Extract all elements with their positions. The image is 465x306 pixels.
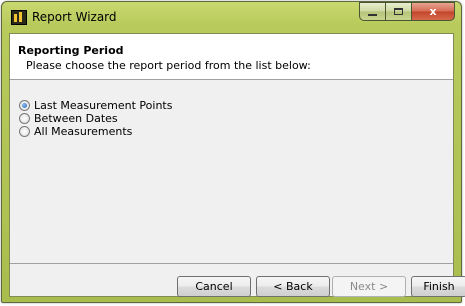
report-period-options: Last Measurement Points Between Dates Al…: [19, 99, 172, 138]
maximize-button[interactable]: [385, 2, 411, 21]
close-icon: x: [429, 5, 437, 18]
wizard-client-area: Reporting Period Please choose the repor…: [9, 33, 465, 297]
cancel-button[interactable]: Cancel: [177, 276, 251, 297]
back-button[interactable]: < Back: [256, 276, 330, 297]
maximize-icon: [394, 8, 403, 15]
window-title: Report Wizard: [32, 10, 117, 24]
option-between-dates[interactable]: Between Dates: [19, 112, 172, 125]
radio-button-selected[interactable]: [19, 100, 30, 111]
report-wizard-window: Report Wizard x Reporting Period Please …: [1, 1, 465, 303]
option-last-measurement-points[interactable]: Last Measurement Points: [19, 99, 172, 112]
footer-divider: [10, 263, 453, 264]
page-title: Reporting Period: [18, 44, 124, 57]
app-icon[interactable]: [11, 10, 27, 25]
option-all-measurements[interactable]: All Measurements: [19, 125, 172, 138]
close-button[interactable]: x: [411, 2, 455, 21]
next-button[interactable]: Next >: [332, 276, 406, 297]
finish-button[interactable]: Finish: [411, 276, 465, 297]
option-label: All Measurements: [34, 125, 133, 138]
minimize-icon: [368, 13, 377, 16]
page-subtitle: Please choose the report period from the…: [26, 59, 311, 72]
option-label: Last Measurement Points: [34, 99, 173, 112]
radio-button[interactable]: [19, 126, 30, 137]
minimize-button[interactable]: [359, 2, 385, 21]
radio-button[interactable]: [19, 113, 30, 124]
title-bar[interactable]: Report Wizard x: [2, 2, 461, 32]
caption-buttons: x: [359, 2, 455, 21]
wizard-header: Reporting Period Please choose the repor…: [10, 34, 453, 80]
option-label: Between Dates: [34, 112, 118, 125]
